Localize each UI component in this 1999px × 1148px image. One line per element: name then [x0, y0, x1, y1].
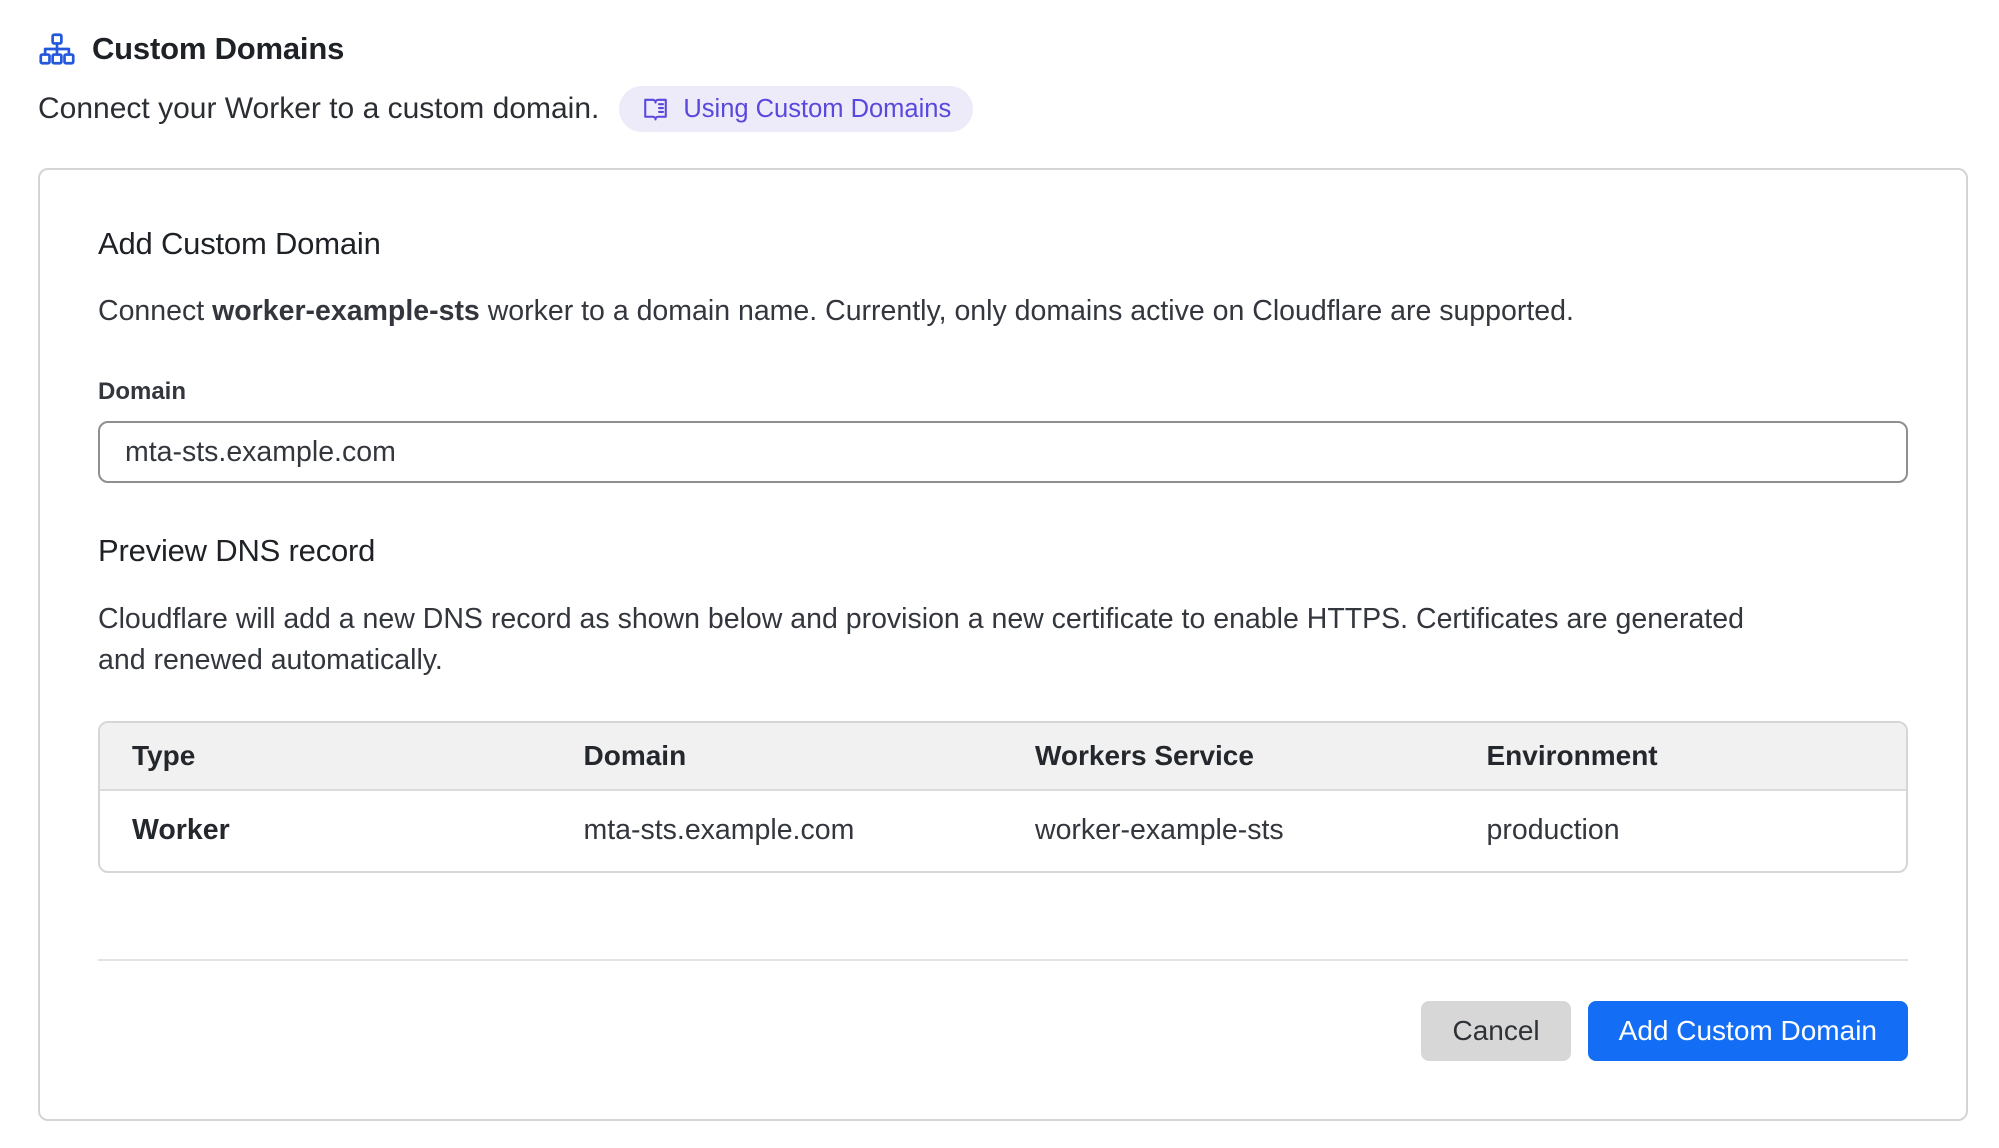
column-header-environment: Environment — [1455, 723, 1907, 790]
table-header-row: Type Domain Workers Service Environment — [100, 723, 1906, 790]
custom-domains-page: Custom Domains Connect your Worker to a … — [0, 0, 1999, 1121]
dialog-heading: Add Custom Domain — [98, 226, 1908, 262]
domain-input[interactable] — [98, 421, 1908, 483]
doc-link-using-custom-domains[interactable]: Using Custom Domains — [619, 86, 973, 132]
column-header-workers-service: Workers Service — [1003, 723, 1455, 790]
page-title: Custom Domains — [92, 31, 344, 67]
page-subtitle: Connect your Worker to a custom domain. — [38, 92, 599, 126]
column-header-domain: Domain — [552, 723, 1004, 790]
cancel-button[interactable]: Cancel — [1421, 1001, 1570, 1061]
preview-dns-description: Cloudflare will add a new DNS record as … — [98, 599, 1778, 681]
dialog-actions: Cancel Add Custom Domain — [98, 1001, 1908, 1061]
add-custom-domain-panel: Add Custom Domain Connect worker-example… — [38, 168, 1968, 1121]
table-row: Worker mta-sts.example.com worker-exampl… — [100, 790, 1906, 871]
doc-link-label: Using Custom Domains — [683, 95, 951, 124]
page-header: Custom Domains — [0, 0, 1999, 68]
sitemap-icon — [38, 30, 76, 68]
description-prefix: Connect — [98, 295, 212, 327]
preview-dns-heading: Preview DNS record — [98, 533, 1908, 569]
add-custom-domain-button[interactable]: Add Custom Domain — [1588, 1001, 1908, 1061]
cell-workers-service: worker-example-sts — [1003, 790, 1455, 871]
dialog-description: Connect worker-example-sts worker to a d… — [98, 295, 1908, 328]
worker-name: worker-example-sts — [212, 295, 480, 327]
domain-field-group: Domain — [98, 378, 1908, 483]
open-book-icon — [641, 95, 670, 124]
description-suffix: worker to a domain name. Currently, only… — [480, 295, 1574, 327]
page-subtitle-row: Connect your Worker to a custom domain. … — [0, 68, 1999, 132]
footer-divider — [98, 959, 1908, 961]
dns-record-table: Type Domain Workers Service Environment … — [98, 721, 1908, 873]
cell-domain: mta-sts.example.com — [552, 790, 1004, 871]
column-header-type: Type — [100, 723, 552, 790]
domain-field-label: Domain — [98, 378, 1908, 406]
cell-type: Worker — [100, 790, 552, 871]
cell-environment: production — [1455, 790, 1907, 871]
